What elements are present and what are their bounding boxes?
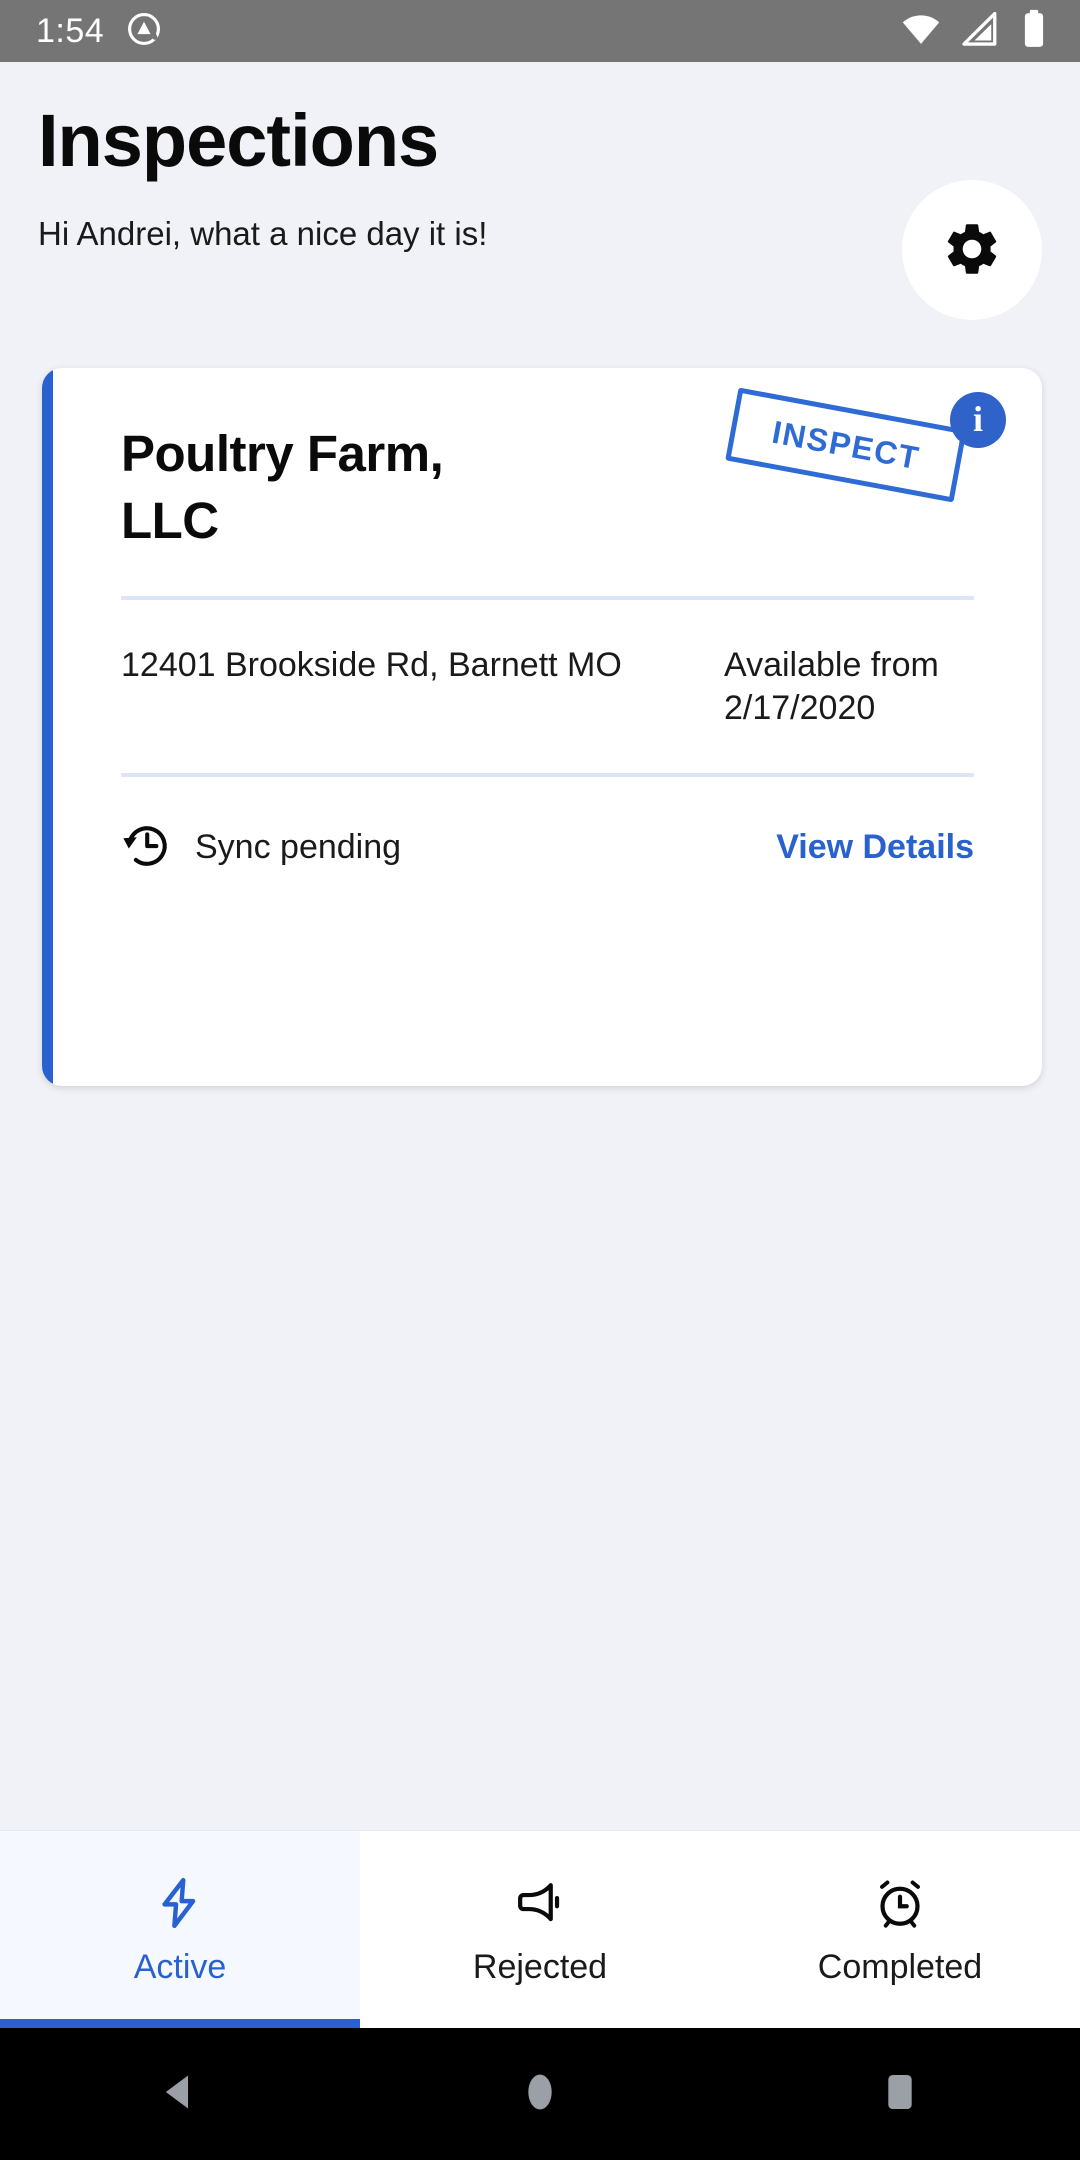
tab-active[interactable]: Active	[0, 1831, 360, 2028]
greeting-text: Hi Andrei, what a nice day it is!	[38, 215, 488, 252]
inspect-stamp-label: INSPECT	[769, 413, 923, 476]
inspection-card[interactable]: Poultry Farm, LLC INSPECT i 12401 Brooks…	[42, 368, 1042, 1086]
gear-icon	[941, 218, 1003, 283]
info-icon[interactable]: i	[950, 392, 1006, 448]
tab-rejected-label: Rejected	[472, 1948, 608, 1986]
card-address-row: 12401 Brookside Rd, Barnett MO Available…	[53, 600, 1042, 773]
sync-status-label: Sync pending	[195, 828, 402, 866]
tab-completed[interactable]: Completed	[720, 1831, 1080, 2028]
home-circle-icon	[517, 2069, 563, 2120]
cell-signal-icon	[958, 8, 1000, 55]
home-button[interactable]	[450, 2028, 630, 2160]
status-bar-notification-icons	[126, 11, 162, 52]
settings-button[interactable]	[902, 180, 1042, 320]
battery-icon	[1016, 8, 1052, 55]
card-accent-stripe	[42, 368, 53, 1086]
card-sync-row: Sync pending View Details	[53, 777, 1042, 876]
back-triangle-icon	[157, 2069, 203, 2120]
card-body: Poultry Farm, LLC INSPECT i 12401 Brooks…	[53, 368, 1042, 1086]
wifi-icon	[900, 8, 942, 55]
app-screen: 1:54 Inspections Hi Andrei, what a nice …	[0, 0, 1080, 2160]
tab-rejected[interactable]: Rejected	[360, 1831, 720, 2028]
status-bar-system-icons	[900, 8, 1052, 55]
tab-active-indicator	[0, 2019, 360, 2028]
tab-active-label: Active	[133, 1948, 227, 1986]
card-header: Poultry Farm, LLC INSPECT i	[53, 368, 1042, 596]
status-bar: 1:54	[0, 0, 1080, 62]
inspect-stamp-badge[interactable]: INSPECT	[725, 387, 967, 503]
page-header: Inspections Hi Andrei, what a nice day i…	[0, 62, 1080, 358]
info-icon-glyph: i	[972, 399, 983, 439]
site-name: Poultry Farm, LLC	[121, 425, 444, 550]
tab-completed-label: Completed	[817, 1948, 983, 1986]
android-navigation-bar	[0, 2028, 1080, 2160]
page-title: Inspections	[38, 99, 439, 182]
campaign-icon	[512, 1875, 568, 1936]
bolt-icon	[152, 1875, 208, 1936]
recents-square-icon	[877, 2069, 923, 2120]
recents-button[interactable]	[810, 2028, 990, 2160]
history-icon	[121, 819, 173, 876]
bottom-tab-bar: Active Rejected Completed	[0, 1830, 1080, 2028]
alarm-icon	[872, 1875, 928, 1936]
view-details-link[interactable]: View Details	[776, 828, 974, 867]
status-bar-clock: 1:54	[36, 12, 105, 50]
availability-date: Available from 2/17/2020	[724, 646, 939, 727]
site-address: 12401 Brookside Rd, Barnett MO	[121, 646, 622, 684]
sync-status: Sync pending	[121, 819, 401, 876]
app-notification-icon	[126, 11, 162, 52]
back-button[interactable]	[90, 2028, 270, 2160]
